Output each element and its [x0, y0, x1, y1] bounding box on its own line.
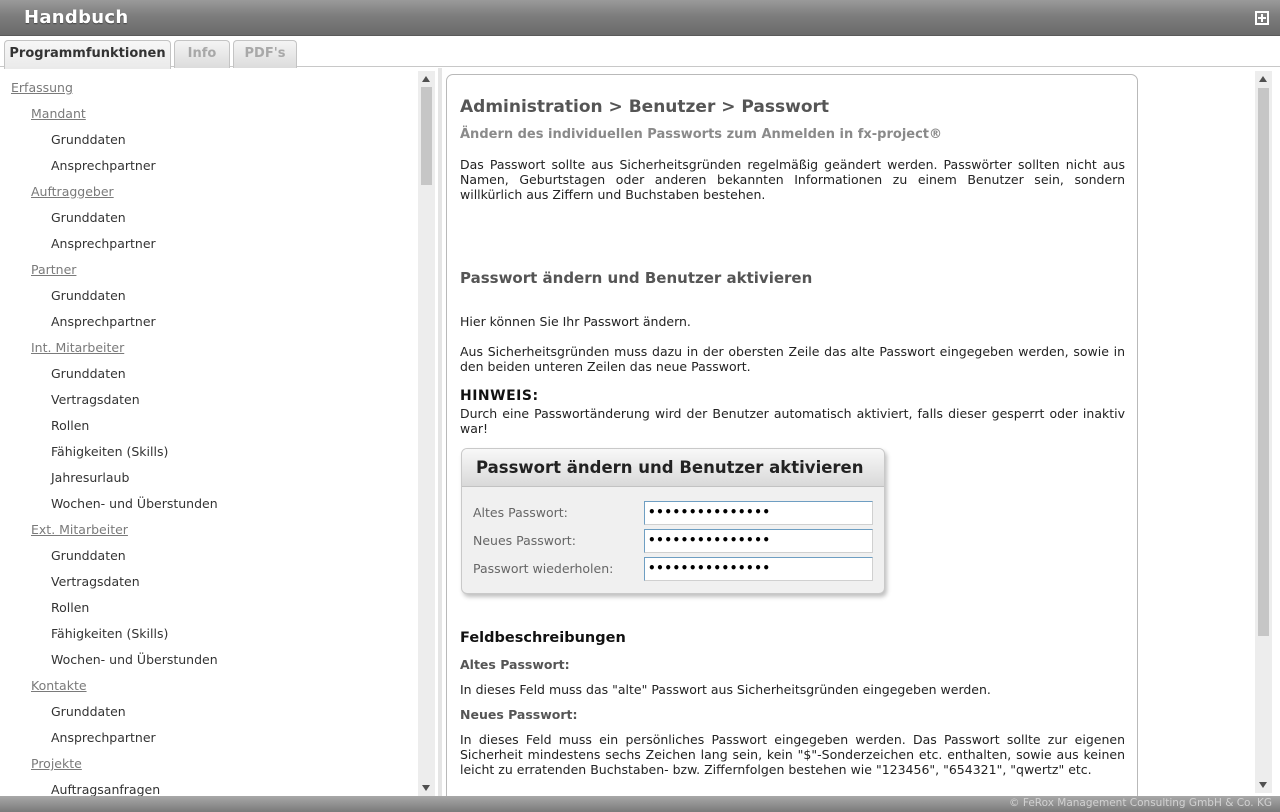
page-title: Administration > Benutzer > Passwort	[460, 97, 830, 117]
nav-item[interactable]: Ext. Mitarbeiter	[31, 522, 128, 537]
nav-subitem[interactable]: Wochen- und Überstunden	[51, 652, 218, 667]
content-pane: Administration > Benutzer > Passwort Änd…	[442, 68, 1280, 796]
nav-subitem[interactable]: Grunddaten	[51, 548, 126, 563]
nav-subitem[interactable]: Grunddaten	[51, 210, 126, 225]
tab-pdfs[interactable]: PDF's	[233, 40, 297, 68]
nav-subitem[interactable]: Grunddaten	[51, 288, 126, 303]
nav-item[interactable]: Int. Mitarbeiter	[31, 340, 124, 355]
nav-subitem[interactable]: Rollen	[51, 600, 89, 615]
nav-subitem[interactable]: Ansprechpartner	[51, 730, 156, 745]
nav-subitem[interactable]: Ansprechpartner	[51, 314, 156, 329]
fields-title: Feldbeschreibungen	[460, 630, 626, 646]
content-scroll-thumb[interactable]	[1258, 88, 1269, 636]
new-password-label: Neues Passwort:	[473, 533, 576, 548]
nav-subitem[interactable]: Jahresurlaub	[51, 470, 129, 485]
scroll-up-icon[interactable]	[1259, 76, 1267, 82]
nav-item[interactable]: Mandant	[31, 106, 86, 121]
scroll-up-icon[interactable]	[422, 76, 430, 82]
window-titlebar: Handbuch	[0, 0, 1280, 36]
copyright-text: © FeRox Management Consulting GmbH & Co.…	[1009, 797, 1272, 809]
nav-subitem[interactable]: Grunddaten	[51, 132, 126, 147]
nav-scroll-thumb[interactable]	[421, 87, 432, 185]
navigation-pane: Erfassung Mandant Grunddaten Ansprechpartne…	[5, 71, 435, 796]
tab-bar: Programmfunktionen Info PDF's	[0, 37, 1280, 69]
content-scrollbar[interactable]	[1255, 71, 1272, 793]
repeat-password-label: Passwort wiederholen:	[473, 561, 614, 576]
field-new-password-label: Neues Passwort:	[460, 707, 578, 722]
note-title: HINWEIS:	[460, 388, 539, 404]
nav-subitem[interactable]: Grunddaten	[51, 704, 126, 719]
paragraph-1: Hier können Sie Ihr Passwort ändern.	[460, 314, 691, 329]
nav-subitem[interactable]: Fähigkeiten (Skills)	[51, 444, 168, 459]
new-password-field[interactable]: •••••••••••••••	[644, 529, 873, 553]
nav-item[interactable]: Auftraggeber	[31, 184, 114, 199]
tab-info[interactable]: Info	[174, 40, 230, 68]
field-old-password-label: Altes Passwort:	[460, 657, 570, 672]
old-password-field[interactable]: •••••••••••••••	[644, 501, 873, 525]
intro-paragraph: Das Passwort sollte aus Sicherheitsgründ…	[460, 157, 1125, 202]
scroll-down-icon[interactable]	[1259, 782, 1267, 788]
nav-subitem[interactable]: Auftragsanfragen	[51, 782, 160, 796]
nav-subitem[interactable]: Ansprechpartner	[51, 158, 156, 173]
nav-item[interactable]: Erfassung	[11, 80, 73, 95]
nav-item[interactable]: Kontakte	[31, 678, 87, 693]
old-password-label: Altes Passwort:	[473, 505, 568, 520]
paragraph-2: Aus Sicherheitsgründen muss dazu in der …	[460, 344, 1125, 374]
nav-subitem[interactable]: Wochen- und Überstunden	[51, 496, 218, 511]
dialog-title: Passwort ändern und Benutzer aktivieren	[476, 458, 864, 477]
nav-subitem[interactable]: Fähigkeiten (Skills)	[51, 626, 168, 641]
nav-subitem[interactable]: Ansprechpartner	[51, 236, 156, 251]
nav-item[interactable]: Projekte	[31, 756, 82, 771]
field-new-password-text: In dieses Feld muss ein persönliches Pas…	[460, 732, 1125, 777]
status-bar: © FeRox Management Consulting GmbH & Co.…	[0, 796, 1280, 812]
field-old-password-text: In dieses Feld muss das "alte" Passwort …	[460, 682, 991, 697]
note-text: Durch eine Passwortänderung wird der Ben…	[460, 406, 1125, 436]
nav-subitem[interactable]: Vertragsdaten	[51, 392, 140, 407]
nav-item[interactable]: Partner	[31, 262, 76, 277]
nav-subitem[interactable]: Rollen	[51, 418, 89, 433]
repeat-password-field[interactable]: •••••••••••••••	[644, 557, 873, 581]
page-subtitle: Ändern des individuellen Passworts zum A…	[460, 127, 943, 142]
article-card: Administration > Benutzer > Passwort Änd…	[446, 74, 1138, 796]
tab-programmfunktionen[interactable]: Programmfunktionen	[4, 40, 171, 69]
nav-scrollbar[interactable]	[418, 71, 435, 796]
nav-subitem[interactable]: Grunddaten	[51, 366, 126, 381]
maximize-icon[interactable]	[1255, 11, 1269, 25]
section-title: Passwort ändern und Benutzer aktivieren	[460, 269, 813, 287]
scroll-down-icon[interactable]	[422, 785, 430, 791]
dialog-header: Passwort ändern und Benutzer aktivieren	[462, 449, 884, 487]
nav-subitem[interactable]: Vertragsdaten	[51, 574, 140, 589]
window-title: Handbuch	[24, 7, 129, 28]
password-dialog-illustration: Passwort ändern und Benutzer aktivieren …	[461, 448, 885, 594]
